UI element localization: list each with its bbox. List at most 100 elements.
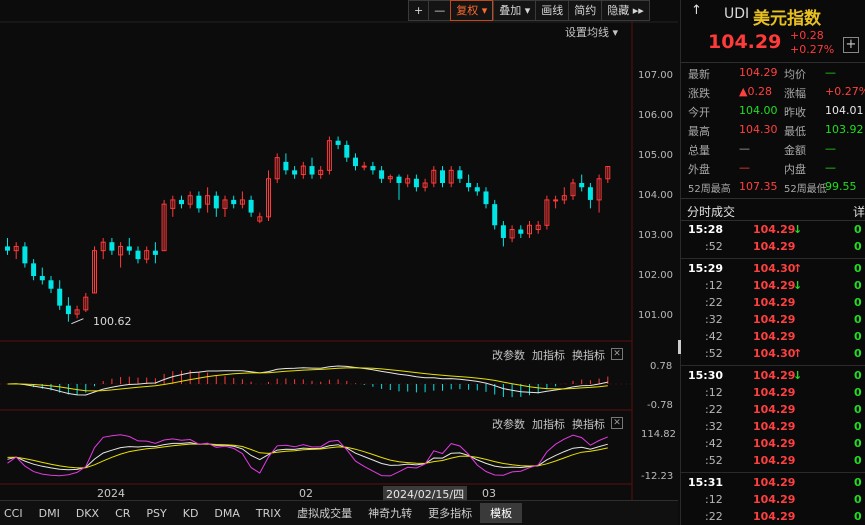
tick-price: 104.29 <box>753 240 796 253</box>
tab-trix[interactable]: TRIX <box>248 507 289 520</box>
close-icon[interactable]: ✕ <box>611 348 623 360</box>
tick-time: 15:31 <box>688 476 724 489</box>
ma-settings-button[interactable]: 设置均线 ▾ <box>565 24 618 40</box>
kline-chart-area[interactable]: + — 复权 ▾ 叠加 ▾ 画线 简约 隐藏 ▸▸ 设置均线 ▾ 107.00 … <box>0 0 678 502</box>
tick-time: :22 <box>705 403 723 416</box>
x-axis-label: 02 <box>299 487 313 500</box>
kdj-add-indicator-button[interactable]: 加指标 <box>532 416 565 432</box>
tick-time: 15:28 <box>688 223 724 236</box>
price-axis-label: 103.00 <box>638 230 673 241</box>
tab-dma[interactable]: DMA <box>206 507 248 520</box>
scroll-up-icon[interactable]: ↑ <box>691 3 702 18</box>
tick-price: 104.30 <box>753 347 796 360</box>
tick-volume: 0 <box>854 369 862 382</box>
tick-row: :42 104.29 0 <box>681 330 865 347</box>
tab-kd[interactable]: KD <box>175 507 207 520</box>
candle-body <box>396 176 402 183</box>
quote-value: — <box>825 142 836 155</box>
quote-label: 最新 <box>688 68 710 81</box>
kdj-switch-indicator-button[interactable]: 换指标 <box>572 416 605 432</box>
draw-line-button[interactable]: 画线 <box>535 0 569 21</box>
price-axis-label: 102.00 <box>638 270 673 281</box>
close-icon[interactable]: ✕ <box>611 417 623 429</box>
panel-splitter-handle[interactable] <box>678 340 681 354</box>
overlay-dropdown[interactable]: 叠加 ▾ <box>493 0 536 21</box>
tick-price: 104.29 <box>753 369 796 382</box>
tab-dmi[interactable]: DMI <box>31 507 68 520</box>
quote-row: 今开 104.00 昨收 104.01 <box>681 104 865 123</box>
price-axis-label: 101.00 <box>638 310 673 321</box>
divider <box>681 220 865 221</box>
chart-toolbar: + — 复权 ▾ 叠加 ▾ 画线 简约 隐藏 ▸▸ <box>408 0 650 21</box>
divider <box>681 198 865 199</box>
tick-time: :42 <box>705 330 723 343</box>
adjust-label: 复权 <box>456 4 479 17</box>
tick-row: :52 104.30 ↑ 0 <box>681 347 865 364</box>
tick-volume: 0 <box>854 437 862 450</box>
tick-direction-icon: ↓ <box>793 369 803 382</box>
quote-value: 104.00 <box>739 104 778 117</box>
kdj-params-button[interactable]: 改参数 <box>492 416 525 432</box>
tab-dkx[interactable]: DKX <box>68 507 107 520</box>
tick-row: :42 104.29 0 <box>681 437 865 454</box>
hide-button[interactable]: 隐藏 ▸▸ <box>601 0 650 21</box>
candle-body <box>492 204 498 226</box>
tick-price: 104.29 <box>753 296 796 309</box>
tick-row: :22 104.29 0 <box>681 296 865 313</box>
tick-volume: 0 <box>854 240 862 253</box>
quote-label: 内盘 <box>784 163 806 176</box>
tick-volume: 0 <box>854 296 862 309</box>
macd-switch-indicator-button[interactable]: 换指标 <box>572 347 605 363</box>
tab-cci[interactable]: CCI <box>0 507 31 520</box>
tab-magic-nine[interactable]: 神奇九转 <box>360 505 420 521</box>
x-axis-label: 2024 <box>97 487 125 500</box>
candle-body <box>31 263 37 277</box>
zoom-out-button[interactable]: — <box>428 0 451 21</box>
tick-time: :22 <box>705 296 723 309</box>
last-price: 104.29 <box>708 31 782 53</box>
tick-volume: 0 <box>854 454 862 467</box>
quote-value: 103.92 <box>825 123 864 136</box>
quote-row: 总量 — 金额 — <box>681 142 865 161</box>
kdj-axis-max: 114.82 <box>641 429 676 440</box>
tab-more-indicators[interactable]: 更多指标 <box>420 505 480 521</box>
quote-panel: ↑ UDI 美元指数 104.29 +0.28 +0.27% + 最新 104.2… <box>680 0 865 525</box>
quote-value: — <box>739 142 750 155</box>
simple-mode-button[interactable]: 简约 <box>568 0 602 21</box>
tick-direction-icon: ↑ <box>793 347 803 360</box>
macd-params-button[interactable]: 改参数 <box>492 347 525 363</box>
candle-body <box>370 166 376 171</box>
candle-body <box>344 144 350 158</box>
candle-body <box>553 199 559 202</box>
ticks-detail-button[interactable]: 详 <box>853 203 865 220</box>
candle-body <box>587 187 593 200</box>
candle-body <box>579 183 585 188</box>
tab-cr[interactable]: CR <box>107 507 138 520</box>
tab-template[interactable]: 模板 <box>480 503 523 523</box>
tab-psy[interactable]: PSY <box>138 507 174 520</box>
ma-settings-label: 设置均线 <box>565 26 609 39</box>
tick-price: 104.29 <box>753 279 796 292</box>
macd-add-indicator-button[interactable]: 加指标 <box>532 347 565 363</box>
tick-price: 104.29 <box>753 476 796 489</box>
tick-price: 104.29 <box>753 493 796 506</box>
candle-body <box>457 170 463 179</box>
add-watchlist-button[interactable]: + <box>843 37 859 53</box>
candle-body <box>483 191 489 205</box>
tick-time: :52 <box>705 454 723 467</box>
tick-row: :52 104.29 0 <box>681 454 865 471</box>
zoom-in-button[interactable]: + <box>408 0 429 21</box>
quote-value: 107.35 <box>739 180 778 193</box>
candle-body <box>179 199 184 205</box>
candle-body <box>466 183 472 188</box>
tick-volume: 0 <box>854 493 862 506</box>
price-change: +0.28 <box>790 29 824 42</box>
tick-row: 15:31 104.29 0 <box>681 476 865 493</box>
quote-value: 104.30 <box>739 123 778 136</box>
quote-row: 最新 104.29 均价 — <box>681 66 865 85</box>
adjust-dropdown[interactable]: 复权 ▾ <box>450 0 494 21</box>
kdj-axis-min: -12.23 <box>641 471 674 482</box>
tick-volume: 0 <box>854 386 862 399</box>
macd-axis-min: -0.78 <box>647 400 673 411</box>
tab-virtual-volume[interactable]: 虚拟成交量 <box>289 505 360 521</box>
